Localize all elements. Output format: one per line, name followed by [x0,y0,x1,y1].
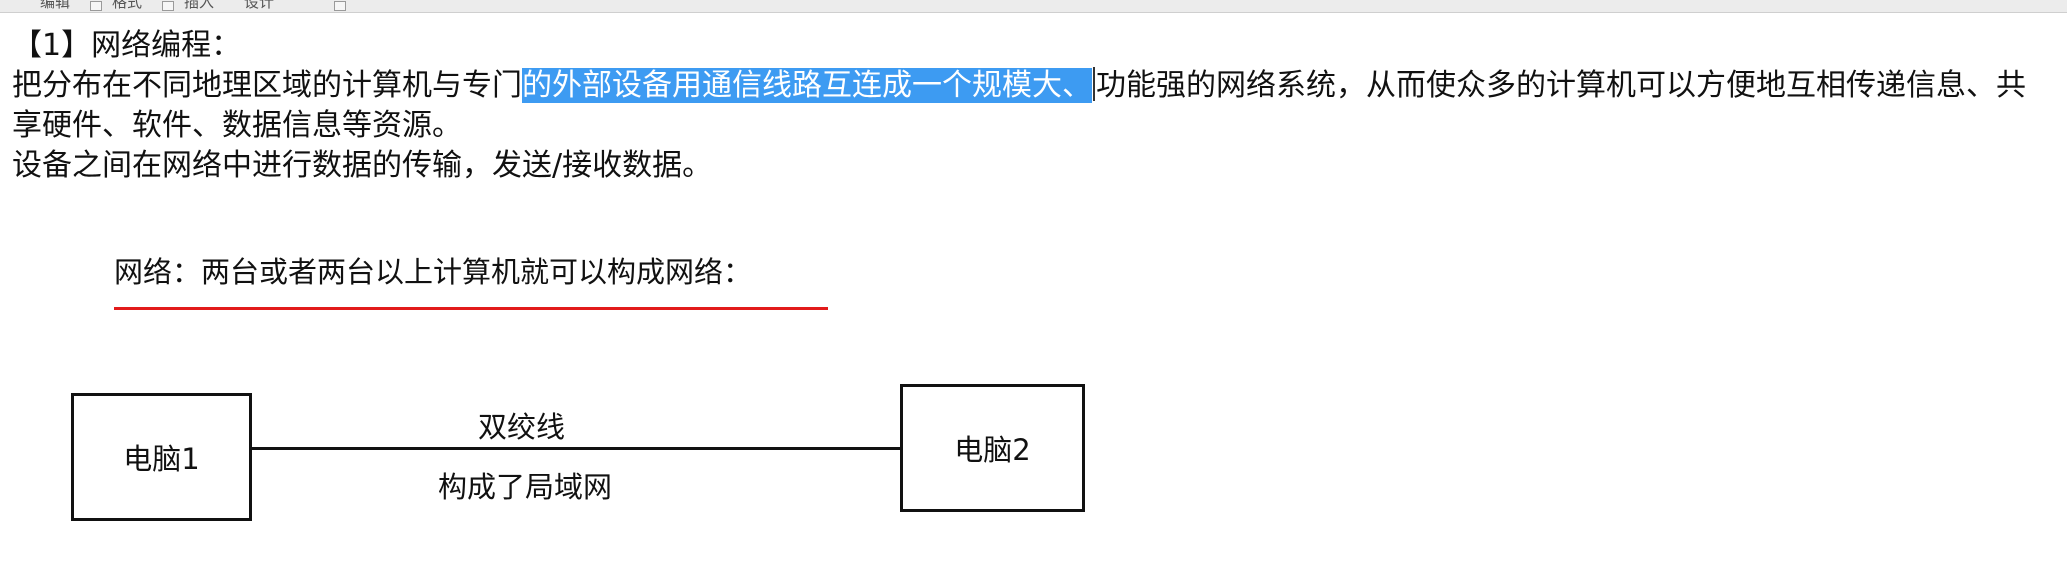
computer-2-box: 电脑2 [900,384,1085,512]
computer-1-box: 电脑1 [71,393,252,521]
text-cursor [1093,67,1095,101]
twisted-pair-link [251,447,902,450]
document-body[interactable]: 【1】网络编程： 把分布在不同地理区域的计算机与专门的外部设备用通信线路互连成一… [12,26,2052,186]
menu-item-edit[interactable]: 编辑 [40,0,70,12]
doc-icon[interactable] [90,1,102,11]
window-toolbar: 编辑 格式 插入 设计 [0,0,2067,13]
save-icon[interactable] [334,1,346,11]
text-before-selection: 把分布在不同地理区域的计算机与专门 [12,68,522,103]
network-definition-note: 网络：两台或者两台以上计算机就可以构成网络： [114,255,753,289]
menu-item-format[interactable]: 格式 [112,0,142,12]
menu-item-insert[interactable]: 插入 [184,0,214,12]
section-heading: 【1】网络编程： [12,28,242,63]
red-underline [114,307,828,310]
link-label-lan: 构成了局域网 [438,470,613,504]
doc-icon[interactable] [162,1,174,11]
selected-text[interactable]: 的外部设备用通信线路互连成一个规模大、 [522,68,1092,103]
link-label-twisted-pair: 双绞线 [478,410,566,444]
computer-2-label: 电脑2 [954,433,1031,467]
definition-paragraph: 把分布在不同地理区域的计算机与专门的外部设备用通信线路互连成一个规模大、 功能强的… [12,66,2052,146]
transfer-paragraph: 设备之间在网络中进行数据的传输，发送/接收数据。 [12,148,713,183]
menu-item-design[interactable]: 设计 [244,0,274,12]
computer-1-label: 电脑1 [123,442,200,476]
